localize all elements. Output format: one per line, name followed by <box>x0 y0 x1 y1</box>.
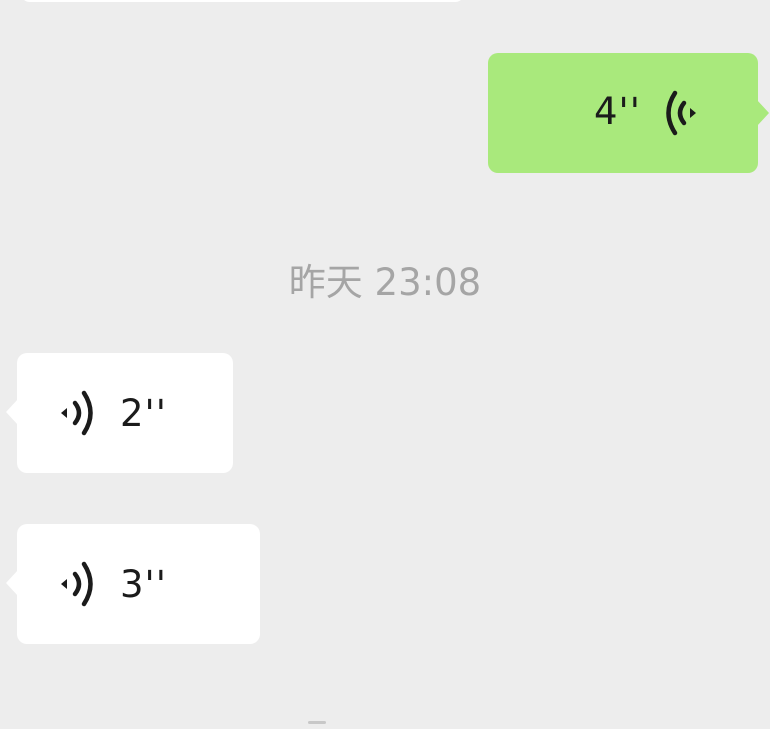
chat-timestamp-partial <box>300 721 370 729</box>
message-bubble-partial[interactable] <box>20 0 465 2</box>
voice-duration: 2'' <box>120 392 167 435</box>
voice-message-received[interactable]: 3'' <box>6 524 260 644</box>
voice-message-sent[interactable]: 4'' <box>488 53 769 173</box>
voice-playback-icon <box>666 90 696 136</box>
voice-duration: 3'' <box>120 563 167 606</box>
voice-playback-icon <box>61 561 93 607</box>
voice-message-received[interactable]: 2'' <box>6 353 233 473</box>
voice-playback-icon <box>61 390 93 436</box>
voice-duration: 4'' <box>594 90 641 133</box>
chat-screen: 4'' 昨天 23:08 2'' 3'' <box>0 0 770 729</box>
chat-timestamp: 昨天 23:08 <box>288 261 482 304</box>
